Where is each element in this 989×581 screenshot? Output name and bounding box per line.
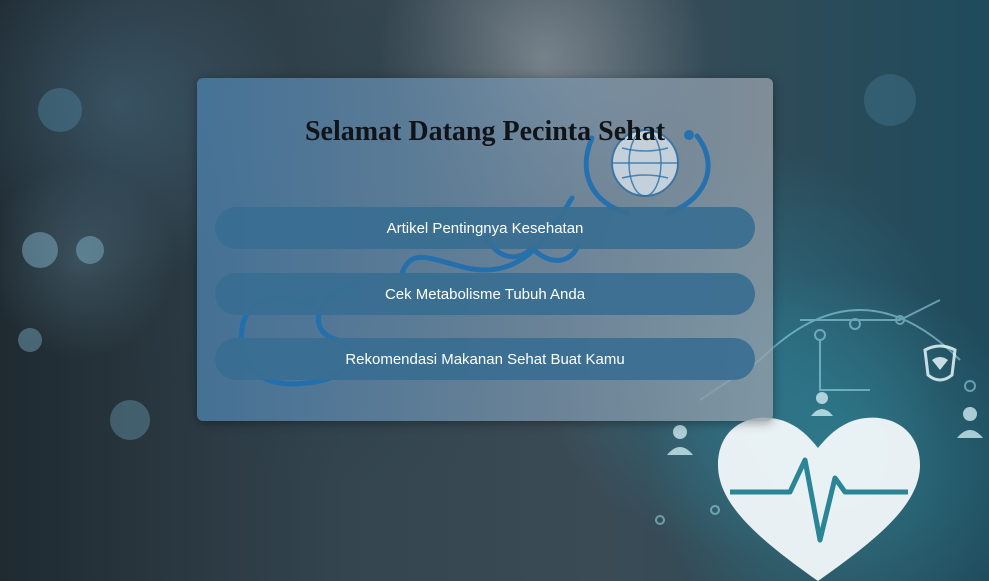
rekomendasi-makanan-button[interactable]: Rekomendasi Makanan Sehat Buat Kamu	[215, 338, 755, 380]
welcome-card: Selamat Datang Pecinta Sehat Artikel Pen…	[197, 78, 773, 421]
artikel-kesehatan-button[interactable]: Artikel Pentingnya Kesehatan	[215, 207, 755, 249]
page-title: Selamat Datang Pecinta Sehat	[304, 116, 666, 147]
cek-metabolisme-button[interactable]: Cek Metabolisme Tubuh Anda	[215, 273, 755, 315]
heart-pulse-icon	[718, 417, 920, 581]
